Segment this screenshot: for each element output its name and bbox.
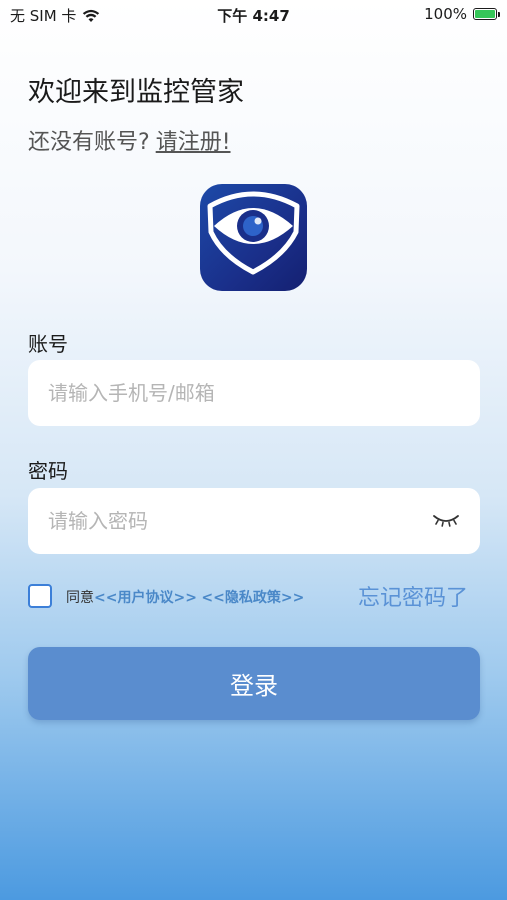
password-input[interactable] [28,488,480,554]
eye-closed-icon[interactable] [432,511,460,529]
login-button[interactable]: 登录 [28,647,480,720]
account-input[interactable] [28,360,480,426]
password-label: 密码 [28,459,68,483]
forgot-password-link[interactable]: 忘记密码了 [358,580,468,612]
battery-fill [475,10,495,18]
privacy-policy-link[interactable]: <<隐私政策>> [201,590,304,606]
agreement-checkbox[interactable] [28,584,52,608]
register-link[interactable]: 请注册! [156,130,231,155]
status-bar: 无 SIM 卡 下午 4:47 100% [0,0,507,30]
agreement-row: 同意<<用户协议>> <<隐私政策>> 忘记密码了 [28,580,480,612]
account-label: 账号 [28,332,68,356]
account-field[interactable] [28,360,480,426]
register-prompt-row: 还没有账号? 请注册! [28,124,231,156]
app-logo [200,184,307,291]
register-prompt: 还没有账号? [28,130,150,155]
status-right: 100% [424,5,500,23]
welcome-title: 欢迎来到监控管家 [28,77,244,108]
password-field[interactable] [28,488,480,554]
eye-shield-icon [207,191,300,275]
agreement-text: 同意<<用户协议>> <<隐私政策>> [66,587,304,607]
battery-percent: 100% [424,5,467,23]
user-agreement-link[interactable]: <<用户协议>> [94,590,197,606]
battery-icon [473,8,500,20]
agreement-prefix: 同意 [66,590,94,606]
